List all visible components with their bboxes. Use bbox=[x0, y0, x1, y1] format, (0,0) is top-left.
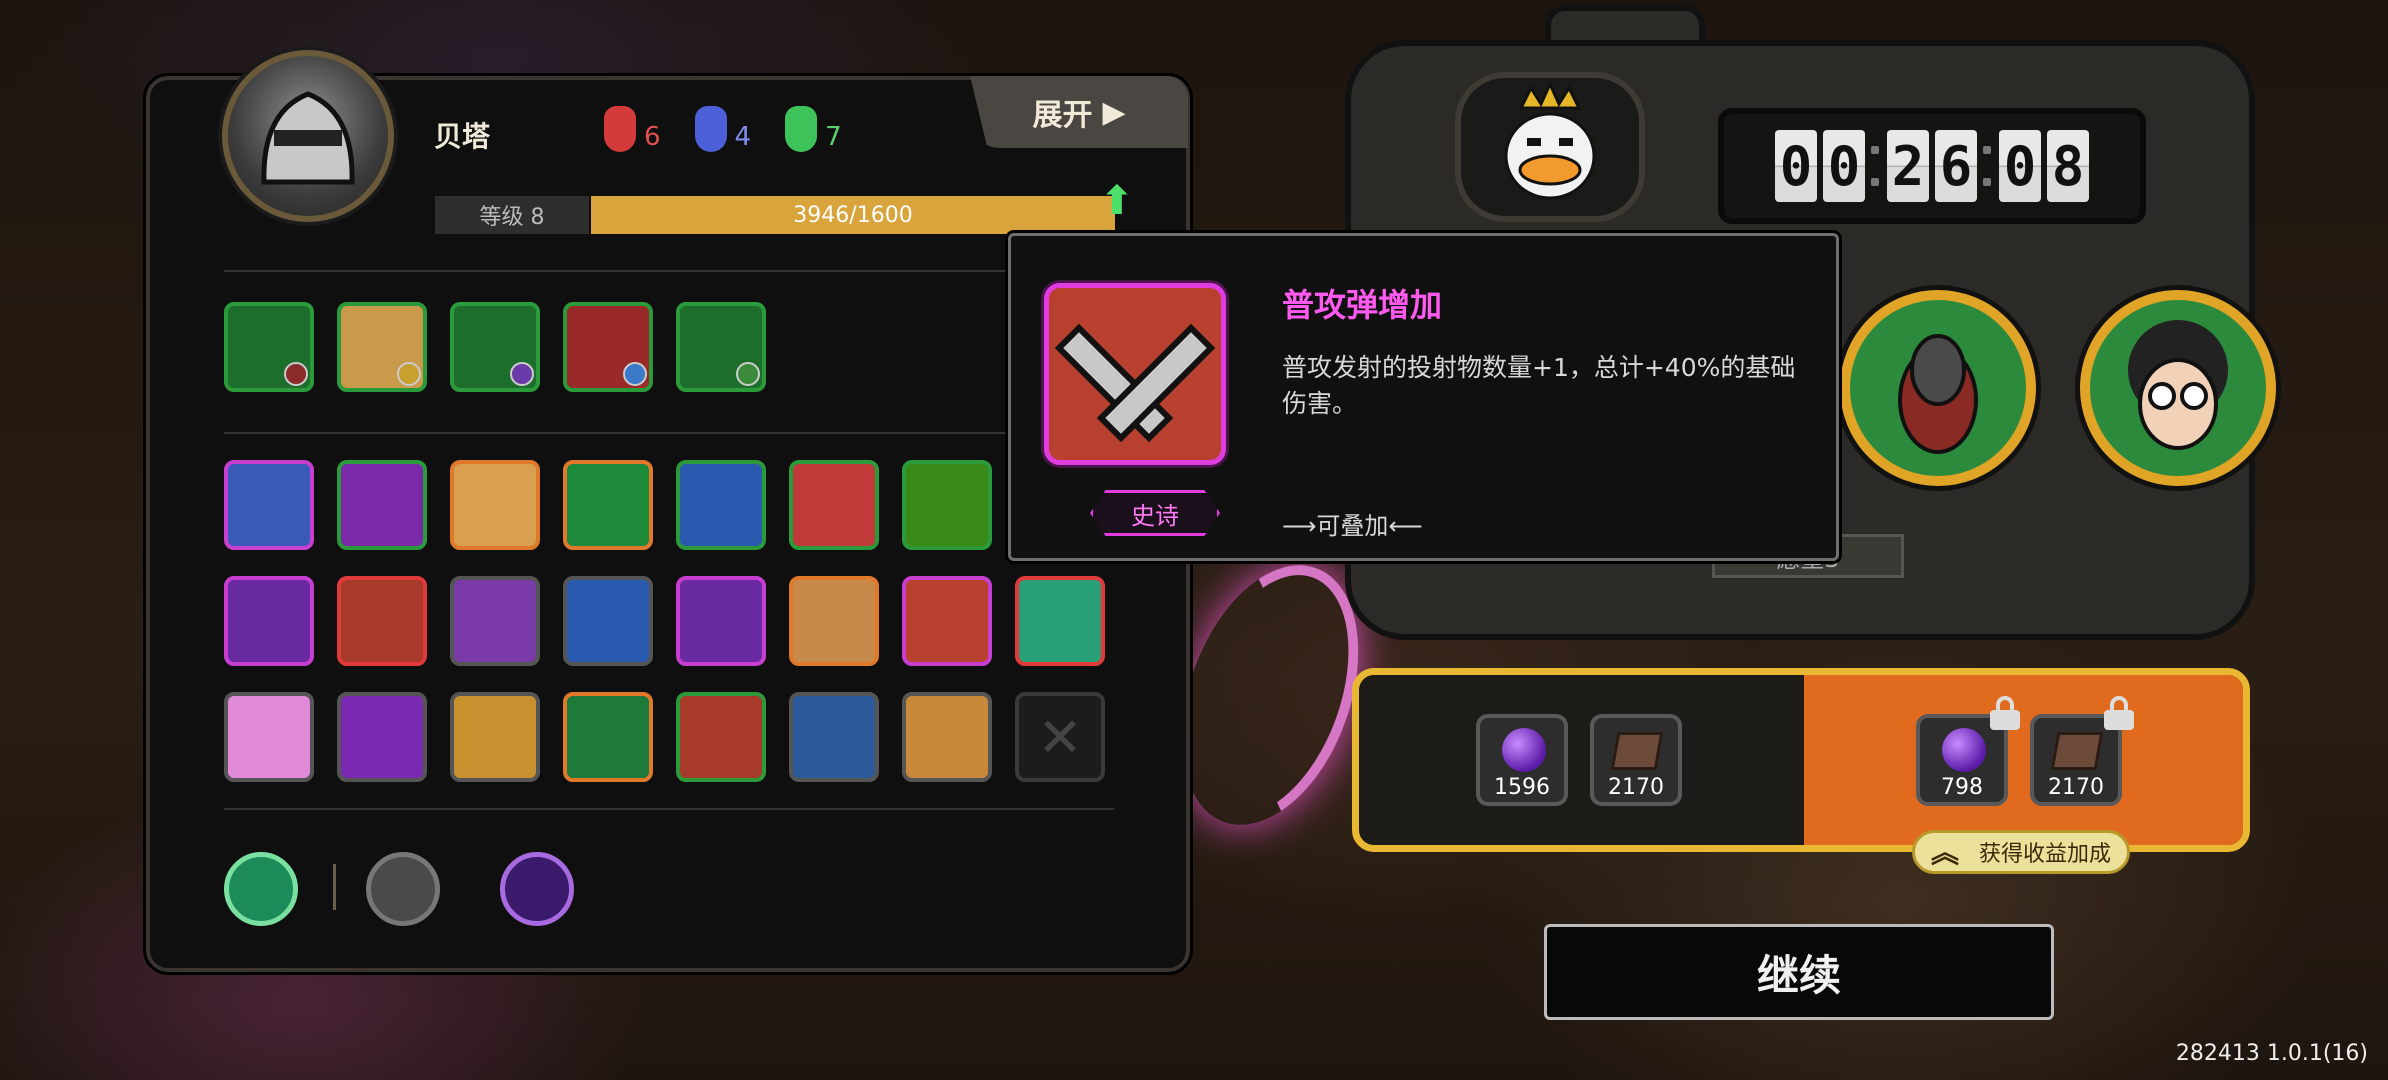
blue-mask-icon bbox=[694, 106, 727, 152]
green-mask-icon bbox=[785, 106, 818, 152]
version-label: 282413 1.0.1(16) bbox=[2175, 1041, 2368, 1066]
exp-bar: 3946/1600 bbox=[591, 196, 1115, 234]
skill-icon[interactable] bbox=[676, 576, 766, 666]
purple-orb-icon bbox=[1942, 728, 1986, 772]
timer-colon bbox=[1871, 146, 1881, 186]
weapon-icon-1[interactable] bbox=[224, 302, 314, 392]
skill-icon[interactable] bbox=[450, 692, 540, 782]
soul-green: 7 bbox=[785, 106, 842, 152]
play-arrow-icon: ▶ bbox=[1102, 94, 1126, 130]
timer-digit: 6 bbox=[1935, 130, 1977, 202]
continue-button[interactable]: 继续 bbox=[1544, 924, 2054, 1020]
skill-icon[interactable] bbox=[902, 692, 992, 782]
book-icon bbox=[2050, 732, 2104, 770]
double-chevron-up-icon: ︽ bbox=[1931, 836, 1960, 869]
triskelion-icon[interactable] bbox=[224, 852, 298, 926]
skill-icon[interactable] bbox=[1015, 576, 1105, 666]
book-icon bbox=[1610, 732, 1664, 770]
timer-colon bbox=[1983, 146, 1993, 186]
tooltip-title: 普攻弹增加 bbox=[1282, 286, 1443, 324]
divider bbox=[224, 808, 1114, 810]
separator bbox=[333, 864, 336, 910]
reward-value: 798 bbox=[1941, 775, 1983, 800]
soul-count: 7 bbox=[825, 122, 842, 152]
skill-icon[interactable] bbox=[676, 692, 766, 782]
timer-digit: 0 bbox=[1999, 130, 2041, 202]
weapon-icon-4[interactable] bbox=[563, 302, 653, 392]
skill-icon[interactable] bbox=[450, 460, 540, 550]
skill-icon[interactable] bbox=[789, 692, 879, 782]
skill-icon-selected[interactable] bbox=[902, 576, 992, 666]
skill-icon[interactable] bbox=[337, 460, 427, 550]
exp-text: 3946/1600 bbox=[793, 202, 913, 228]
character-slot-warrior[interactable] bbox=[1840, 290, 2036, 486]
soul-blue: 4 bbox=[694, 106, 752, 152]
soul-counters: 6 4 7 bbox=[604, 106, 842, 152]
soul-red: 6 bbox=[604, 106, 661, 152]
skill-icon[interactable] bbox=[563, 460, 653, 550]
character-name: 贝塔 bbox=[434, 120, 491, 153]
skill-icon[interactable] bbox=[337, 692, 427, 782]
reward-value: 1596 bbox=[1494, 775, 1550, 800]
tooltip-description: 普攻发射的投射物数量+1，总计+40%的基础伤害。 bbox=[1282, 353, 1796, 418]
timer-digit: 0 bbox=[1823, 130, 1865, 202]
reward-value: 2170 bbox=[2048, 775, 2104, 800]
lock-icon bbox=[2104, 696, 2134, 730]
skill-icon[interactable] bbox=[676, 460, 766, 550]
timer-digit: 8 bbox=[2047, 130, 2089, 202]
relic-icon[interactable] bbox=[366, 852, 440, 926]
reward-orb: 1596 bbox=[1476, 714, 1568, 806]
weapon-icon-5[interactable] bbox=[676, 302, 766, 392]
skill-icon[interactable] bbox=[224, 576, 314, 666]
skill-icon[interactable] bbox=[563, 576, 653, 666]
timer-digit: 0 bbox=[1775, 130, 1817, 202]
expand-button[interactable]: 展开 ▶ bbox=[970, 76, 1188, 148]
boosted-reward-book: 2170 bbox=[2030, 696, 2134, 806]
heart-icon[interactable] bbox=[500, 852, 574, 926]
skill-icon[interactable] bbox=[224, 460, 314, 550]
weapon-icon-2[interactable] bbox=[337, 302, 427, 392]
king-duck-icon bbox=[1455, 72, 1645, 222]
divider bbox=[224, 432, 1114, 434]
bonus-button[interactable]: ︽ 获得收益加成 bbox=[1912, 830, 2130, 874]
red-mask-icon bbox=[604, 106, 636, 152]
bonus-label: 获得收益加成 bbox=[1979, 842, 2112, 867]
character-portrait bbox=[222, 50, 394, 222]
character-slot-glasses-guy[interactable] bbox=[2080, 290, 2276, 486]
lock-icon bbox=[1990, 696, 2020, 730]
expand-label: 展开 bbox=[1032, 98, 1093, 133]
countdown-timer: 0 0 2 6 0 8 bbox=[1718, 108, 2146, 224]
rarity-badge: 史诗 bbox=[1090, 490, 1220, 536]
skill-icon[interactable] bbox=[789, 460, 879, 550]
skill-icon[interactable] bbox=[337, 576, 427, 666]
divider bbox=[224, 270, 1114, 272]
weapon-icon-3[interactable] bbox=[450, 302, 540, 392]
reward-value: 2170 bbox=[1608, 775, 1664, 800]
skill-icon[interactable] bbox=[902, 460, 992, 550]
timer-digit: 2 bbox=[1887, 130, 1929, 202]
skill-icon[interactable] bbox=[789, 576, 879, 666]
purple-orb-icon bbox=[1502, 728, 1546, 772]
skill-icon[interactable] bbox=[563, 692, 653, 782]
bonus-reward-area bbox=[1804, 675, 2243, 845]
skill-icon[interactable] bbox=[224, 692, 314, 782]
stackable-label: ⟶可叠加⟵ bbox=[1282, 512, 1423, 540]
skill-icon[interactable] bbox=[450, 576, 540, 666]
soul-count: 4 bbox=[734, 122, 752, 152]
boosted-reward-orb: 798 bbox=[1916, 696, 2020, 806]
crossed-guns-icon bbox=[1044, 283, 1226, 465]
level-label: 等级 8 bbox=[435, 196, 589, 234]
soul-count: 6 bbox=[644, 122, 661, 152]
level-up-arrow-icon[interactable]: ⬆ bbox=[1100, 178, 1134, 224]
empty-slot-x-icon: ✕ bbox=[1015, 692, 1105, 782]
reward-book: 2170 bbox=[1590, 714, 1682, 806]
